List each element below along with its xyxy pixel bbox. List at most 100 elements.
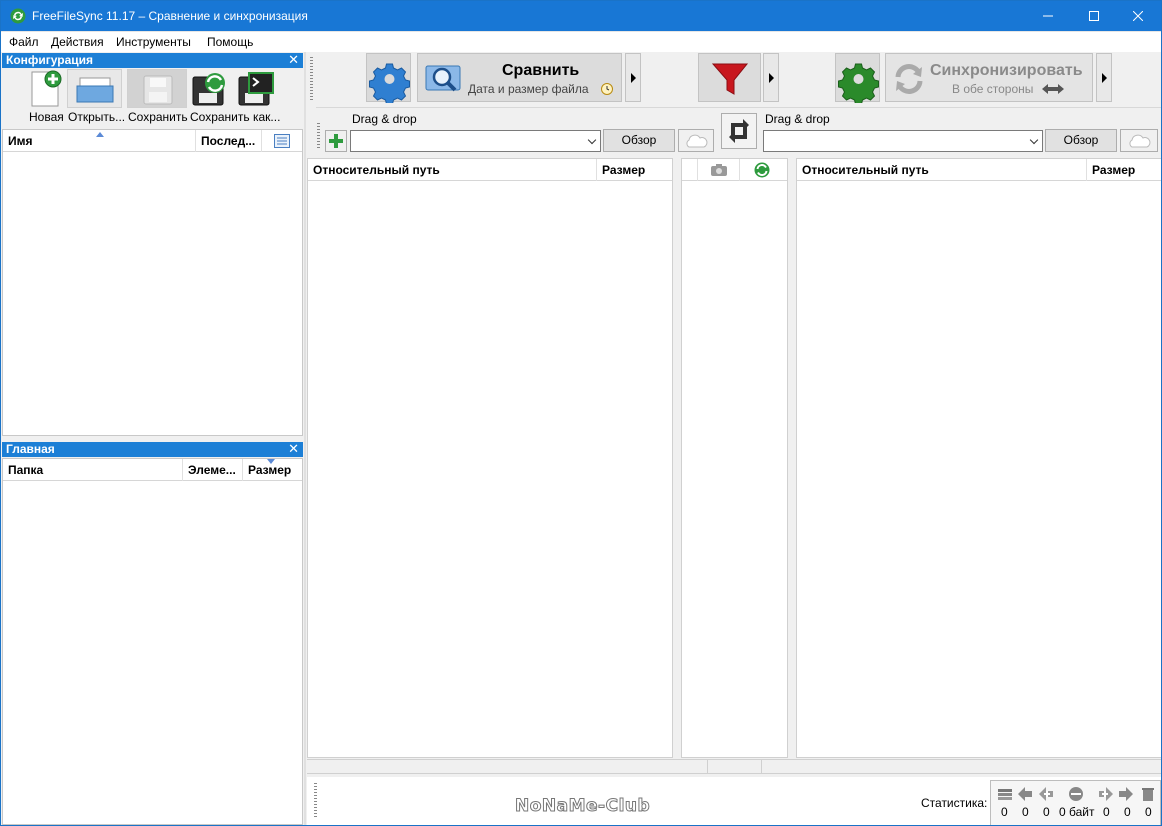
config-list[interactable]: Имя Послед...	[2, 129, 303, 436]
menu-help[interactable]: Помощь	[207, 35, 253, 49]
app-sync-icon	[10, 8, 26, 24]
sync-settings-button[interactable]	[835, 53, 880, 105]
left-drag-drop-label: Drag & drop	[352, 112, 417, 126]
right-grid-header: Относительный путь Размер	[797, 159, 1161, 181]
add-folder-pair-button[interactable]	[325, 130, 347, 152]
compare-button[interactable]: Сравнить Дата и размер файла	[417, 53, 622, 102]
statistics-label: Статистика:	[921, 796, 988, 810]
synchronize-sublabel: В обе стороны	[952, 82, 1034, 96]
menu-file[interactable]: Файл	[9, 35, 39, 49]
compare-dropdown-button[interactable]	[625, 53, 641, 102]
plus-icon	[329, 134, 343, 148]
menu-tools[interactable]: Инструменты	[116, 35, 191, 49]
two-way-arrow-icon	[1042, 84, 1064, 94]
left-file-grid[interactable]: Относительный путь Размер	[307, 158, 673, 758]
left-browse-button[interactable]: Обзор	[603, 129, 675, 152]
stat-create-right: 0	[1103, 805, 1110, 819]
sync-direction-icon[interactable]	[754, 162, 770, 178]
vertical-splitter[interactable]	[304, 52, 306, 825]
maximize-button[interactable]	[1071, 1, 1117, 31]
stat-update-right: 0	[1124, 805, 1131, 819]
sync-dropdown-button[interactable]	[1096, 53, 1112, 102]
open-config-button[interactable]	[67, 69, 122, 108]
sort-descending-icon	[267, 459, 275, 464]
filter-button[interactable]	[698, 53, 761, 102]
save-as-icon	[192, 73, 225, 106]
cloud-icon	[686, 134, 708, 148]
right-column-relative-path[interactable]: Относительный путь	[802, 163, 929, 177]
right-folder-input[interactable]	[763, 130, 1043, 152]
statistics-box	[990, 780, 1161, 825]
middle-action-grid[interactable]	[681, 158, 788, 758]
save-as-button[interactable]	[189, 69, 233, 108]
right-file-grid[interactable]: Относительный путь Размер	[796, 158, 1161, 758]
column-separator	[697, 159, 698, 181]
save-as-batch-button[interactable]	[235, 69, 279, 108]
minimize-button[interactable]	[1025, 1, 1071, 31]
stat-delete: 0	[1145, 805, 1152, 819]
right-cloud-button[interactable]	[1120, 129, 1158, 152]
column-separator[interactable]	[195, 130, 196, 152]
arrow-left-plus-icon	[1039, 787, 1053, 801]
camera-icon[interactable]	[710, 163, 728, 177]
column-list-icon[interactable]	[274, 134, 290, 148]
column-separator	[739, 159, 740, 181]
close-button[interactable]	[1115, 1, 1161, 31]
sync-gear-icon	[838, 63, 879, 105]
open-config-label: Открыть...	[68, 110, 126, 124]
close-icon	[1133, 11, 1143, 21]
new-document-icon	[31, 70, 62, 107]
title-bar[interactable]: FreeFileSync 11.17 – Сравнение и синхрон…	[1, 1, 1161, 32]
batch-terminal-icon	[238, 72, 274, 106]
filter-funnel-icon	[711, 63, 749, 95]
column-last-sync[interactable]: Послед...	[201, 134, 255, 148]
overview-list[interactable]: Папка Элеме... Размер	[2, 458, 303, 825]
grid-status-strip	[307, 759, 1161, 774]
floppy-disk-icon	[143, 75, 173, 105]
column-size[interactable]: Размер	[248, 463, 291, 477]
trash-icon	[1142, 788, 1154, 801]
save-config-button[interactable]	[127, 69, 187, 108]
column-separator[interactable]	[1086, 159, 1087, 181]
menu-bar: Файл Действия Инструменты Помощь	[1, 32, 1161, 52]
right-browse-button[interactable]: Обзор	[1045, 129, 1117, 152]
column-separator[interactable]	[596, 159, 597, 181]
open-folder-icon	[76, 77, 114, 103]
filter-dropdown-button[interactable]	[763, 53, 779, 102]
column-items[interactable]: Элеме...	[188, 463, 236, 477]
main-panel-close-icon[interactable]: ✕	[288, 442, 299, 456]
main-panel-header: Главная ✕	[2, 442, 303, 457]
column-separator[interactable]	[242, 459, 243, 481]
compare-settings-button[interactable]	[366, 53, 411, 105]
clock-icon	[601, 83, 613, 95]
arrow-right-plus-icon	[1099, 787, 1113, 801]
window-title: FreeFileSync 11.17 – Сравнение и синхрон…	[32, 9, 308, 23]
stat-update-left: 0	[1043, 805, 1050, 819]
stat-create-left: 0	[1022, 805, 1029, 819]
column-folder[interactable]: Папка	[8, 463, 43, 477]
files-stack-icon	[998, 789, 1012, 800]
config-list-header: Имя Послед...	[3, 130, 302, 152]
sync-arrows-icon	[895, 64, 923, 94]
bottom-grip[interactable]	[314, 783, 317, 819]
menu-actions[interactable]: Действия	[51, 35, 104, 49]
column-separator[interactable]	[182, 459, 183, 481]
left-folder-input[interactable]	[350, 130, 601, 152]
new-config-label: Новая	[29, 110, 64, 124]
left-grid-header: Относительный путь Размер	[308, 159, 672, 181]
gear-icon	[369, 63, 410, 105]
synchronize-button[interactable]: Синхронизировать В обе стороны	[885, 53, 1093, 102]
folder-bar-grip[interactable]	[317, 123, 320, 149]
toolbar-grip[interactable]	[310, 57, 313, 102]
compare-label: Сравнить	[502, 62, 580, 79]
left-column-relative-path[interactable]: Относительный путь	[313, 163, 440, 177]
new-config-button[interactable]	[27, 69, 65, 108]
right-column-size[interactable]: Размер	[1092, 163, 1135, 177]
status-divider	[707, 760, 708, 773]
config-panel-close-icon[interactable]: ✕	[288, 53, 299, 67]
swap-sides-button[interactable]	[721, 113, 757, 149]
column-name[interactable]: Имя	[8, 134, 33, 148]
column-separator[interactable]	[261, 130, 262, 152]
left-cloud-button[interactable]	[678, 129, 714, 152]
left-column-size[interactable]: Размер	[602, 163, 645, 177]
